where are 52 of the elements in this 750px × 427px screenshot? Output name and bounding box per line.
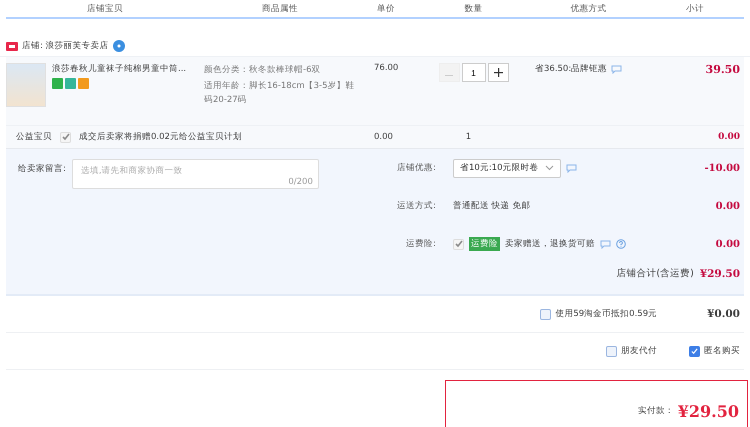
option-label: 匿名购买 — [704, 345, 740, 357]
column-header: 小计 — [685, 2, 705, 14]
row-amount: 0.00 — [716, 238, 740, 250]
column-header: 商品属性 — [261, 2, 299, 14]
shipping-method: 普通配送 快递 免邮 — [453, 200, 530, 212]
pay-label: 实付款： — [638, 405, 674, 417]
row-amount: -10.00 — [704, 162, 740, 174]
unit-price: 76.00 — [373, 63, 400, 75]
quantity: 1 — [464, 132, 472, 142]
store-total-label: 店铺合计(含运费) — [616, 267, 694, 280]
product-title[interactable]: 浪莎春秋儿童袜子纯棉男童中筒... — [52, 63, 186, 75]
chat-bubble-icon[interactable] — [611, 64, 622, 74]
charity-text: 成交后卖家将捐赠0.02元给公益宝贝计划 — [79, 131, 242, 143]
insurance-tag: 运费险 — [469, 237, 500, 251]
coin-amount: ¥0.00 — [707, 308, 740, 320]
pay-amount: ¥29.50 — [678, 402, 739, 420]
column-header: 店铺宝贝 — [86, 2, 124, 14]
message-label: 给卖家留言: — [18, 162, 66, 176]
plus-icon — [494, 68, 502, 77]
charity-label: 公益宝贝 — [16, 131, 52, 143]
discount-text: 省36.50:品牌钜惠 — [535, 63, 608, 75]
quantity-field[interactable]: 1 — [462, 63, 486, 82]
product-attribute: 颜色分类：秋冬款棒球帽-6双 — [204, 64, 322, 77]
help-icon[interactable] — [616, 239, 626, 249]
store-name[interactable]: 店铺: 浪莎丽芙专卖店 — [22, 40, 109, 52]
store-total: ¥29.50 — [700, 268, 740, 280]
column-header: 单价 — [376, 2, 396, 14]
insurance-text: 卖家赠送，退换货可赔 — [505, 238, 595, 250]
character-counter: 0/200 — [288, 177, 313, 187]
product-attribute: 适用年龄：脚长16-18cm【3-5岁】鞋码20-27码 — [204, 80, 356, 107]
checkbox[interactable] — [689, 346, 700, 356]
row-label: 运费险: — [405, 238, 437, 250]
row-amount: 0.00 — [716, 200, 740, 212]
column-header: 数量 — [464, 2, 484, 14]
row-label: 运送方式: — [396, 200, 437, 212]
coupon-dropdown[interactable]: 省10元:10元限时卷 — [453, 158, 560, 178]
chat-bubble-icon[interactable] — [600, 240, 611, 248]
chat-bubble-icon[interactable] — [566, 164, 576, 172]
checkbox[interactable] — [540, 308, 552, 320]
option-label: 朋友代付 — [621, 345, 657, 357]
subtotal: 0.00 — [718, 132, 740, 142]
row-label: 店铺优惠: — [396, 162, 437, 174]
subtotal: 39.50 — [706, 63, 740, 78]
minus-icon — [445, 75, 453, 77]
increase-button[interactable] — [488, 63, 508, 82]
store-badge-icon — [6, 41, 18, 51]
checkbox[interactable] — [606, 346, 617, 356]
column-header: 优惠方式 — [570, 2, 608, 14]
unit-price: 0.00 — [373, 132, 394, 142]
product-photo-placeholder[interactable] — [6, 63, 46, 107]
coin-deduction-label: 使用59淘金币抵扣0.59元 — [555, 308, 658, 320]
caret-icon — [544, 165, 554, 171]
